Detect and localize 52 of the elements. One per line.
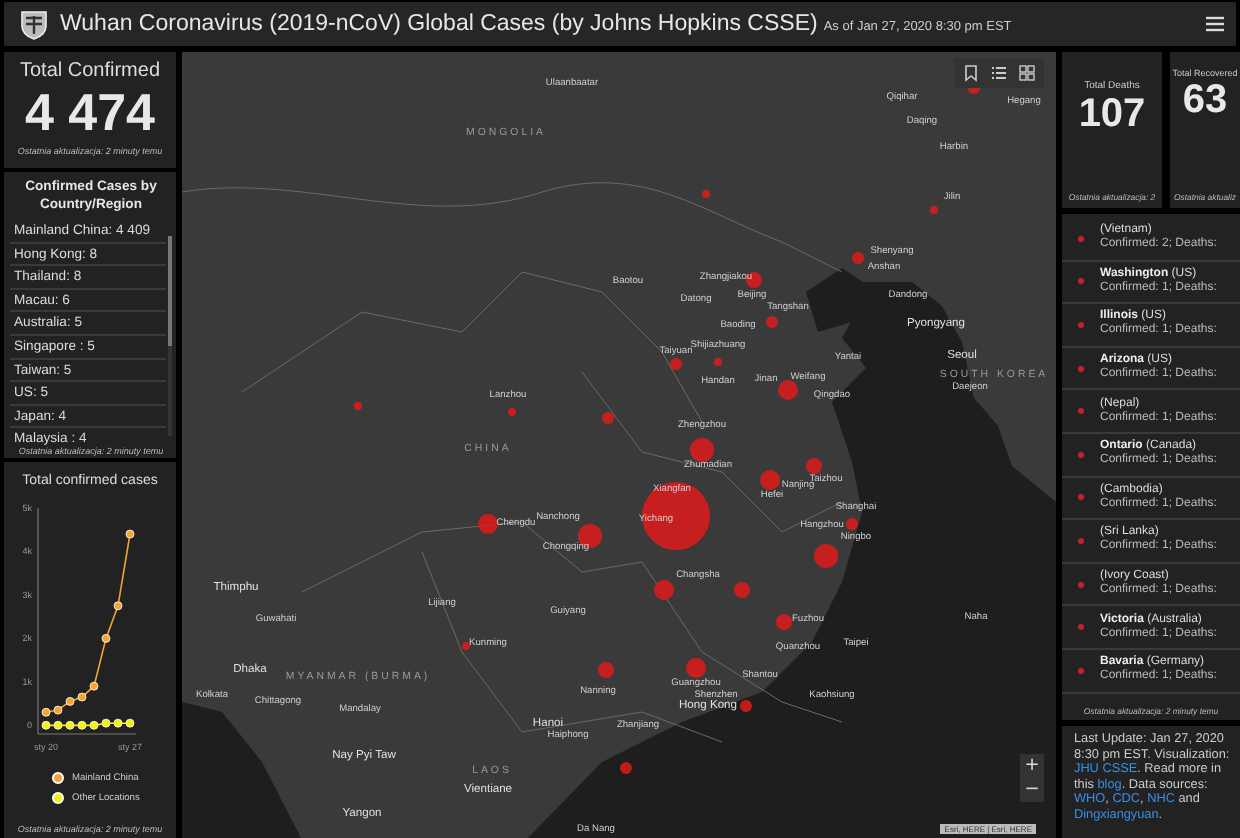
case-circle bbox=[734, 582, 750, 598]
series-line bbox=[45, 722, 131, 727]
scrollbar[interactable] bbox=[168, 236, 172, 436]
case-circle bbox=[930, 206, 938, 214]
case-circle bbox=[846, 518, 858, 530]
case-circle bbox=[642, 482, 710, 550]
case-circle bbox=[620, 762, 632, 774]
marker-dot bbox=[1078, 278, 1084, 285]
data-point bbox=[125, 529, 135, 539]
case-circle bbox=[598, 662, 614, 678]
sea-area bbox=[182, 702, 302, 838]
case-circle bbox=[766, 316, 778, 328]
marker-dot bbox=[1078, 537, 1084, 544]
page-title: Wuhan Coronavirus (2019-nCoV) Global Cases (by Johns Hopkins CSSE) bbox=[60, 12, 818, 36]
marker-dot bbox=[1078, 494, 1084, 501]
case-circle bbox=[714, 358, 722, 366]
total-confirmed-label: Total Confirmed bbox=[19, 60, 161, 82]
marker-dot bbox=[1078, 451, 1084, 458]
bookmark-icon[interactable] bbox=[962, 64, 980, 82]
marker-dot bbox=[1078, 365, 1084, 372]
case-circle bbox=[778, 380, 798, 400]
case-circle bbox=[814, 544, 838, 568]
marker-dot bbox=[1078, 321, 1084, 328]
case-circle bbox=[690, 438, 714, 462]
case-circle bbox=[478, 514, 498, 534]
data-point bbox=[113, 601, 123, 611]
marker-dot bbox=[1078, 581, 1084, 588]
grid-icon[interactable] bbox=[1018, 64, 1036, 82]
case-circle bbox=[852, 252, 864, 264]
case-circle bbox=[670, 358, 682, 370]
total-deaths-value: 107 bbox=[1078, 92, 1146, 136]
case-circle bbox=[462, 642, 470, 650]
data-point bbox=[101, 634, 111, 643]
marker-dot bbox=[1078, 408, 1084, 415]
total-confirmed-value: 4 474 bbox=[24, 84, 156, 140]
case-circle bbox=[760, 470, 780, 490]
menu-icon[interactable] bbox=[1206, 16, 1224, 32]
list-icon[interactable] bbox=[990, 64, 1008, 82]
marker-dot bbox=[1078, 667, 1084, 674]
case-circle bbox=[354, 402, 362, 410]
total-recovered-value: 63 bbox=[1182, 78, 1228, 122]
case-circle bbox=[806, 458, 822, 474]
marker-dot bbox=[1078, 235, 1084, 242]
case-circle bbox=[776, 614, 792, 630]
case-circle bbox=[654, 580, 674, 600]
marker-dot bbox=[1078, 624, 1084, 631]
case-circle bbox=[602, 412, 614, 424]
case-circle bbox=[740, 700, 752, 712]
shield-logo-icon bbox=[20, 9, 48, 39]
case-circle bbox=[686, 658, 706, 678]
case-circle bbox=[508, 408, 516, 416]
case-circle bbox=[702, 190, 710, 198]
